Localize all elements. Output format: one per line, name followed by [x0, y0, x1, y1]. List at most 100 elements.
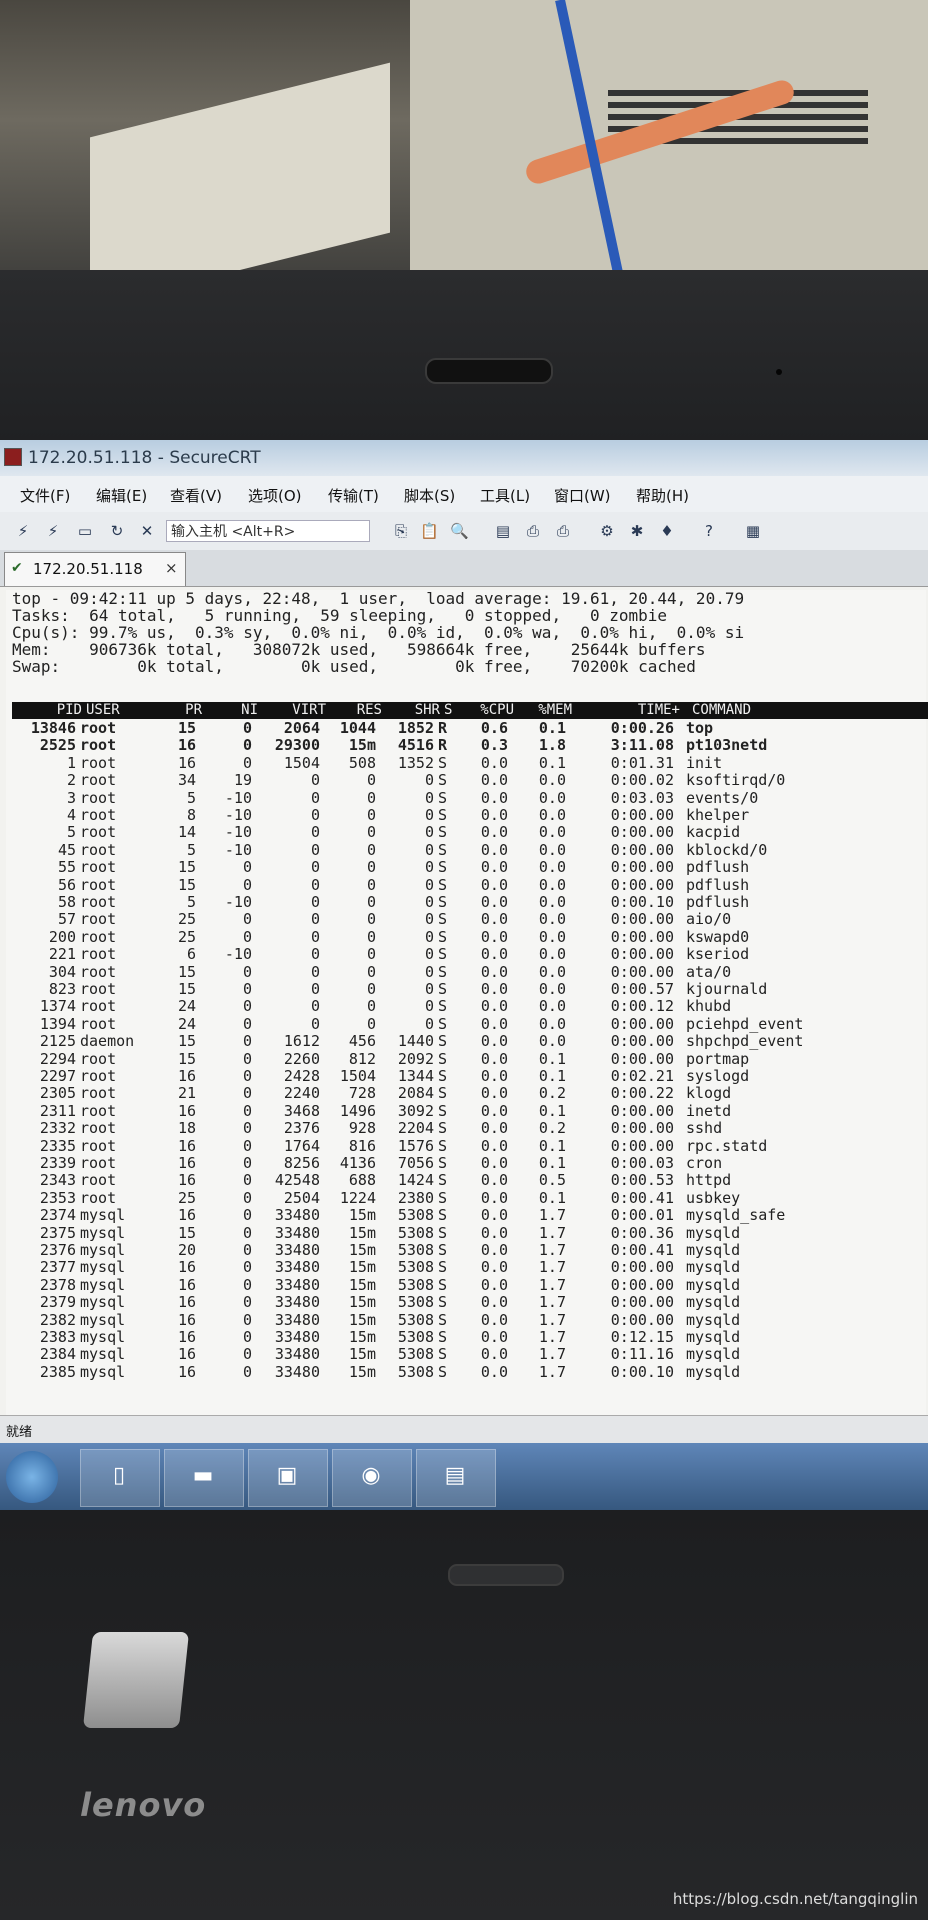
cell-shr: 4516: [397, 736, 434, 755]
globe-icon: ◉: [361, 1463, 381, 1488]
menu-tools[interactable]: 工具(L): [480, 485, 530, 506]
cell-shr: 1852: [397, 719, 434, 737]
print-screen-icon[interactable]: ⎙: [554, 522, 572, 540]
cell-res: 0: [366, 840, 376, 859]
process-row: 2294 root 15 0 2260 812 2092 S 0.0 0.1 0:00.00 port…: [6, 1049, 922, 1068]
taskbar-network[interactable]: ▣: [248, 1449, 328, 1507]
taskbar-explorer[interactable]: ▯: [80, 1449, 160, 1507]
connect-in-tab-icon[interactable]: ▭: [76, 522, 94, 540]
menu-edit[interactable]: 编辑(E): [96, 485, 147, 506]
cell-mem: 0.0: [538, 771, 566, 790]
cell-res: 0: [366, 945, 376, 964]
cell-virt: 2428: [283, 1067, 320, 1085]
cell-user: root: [80, 788, 117, 807]
connect-icon[interactable]: ⚡: [14, 522, 32, 540]
cell-shr: 5308: [397, 1258, 434, 1277]
host-input[interactable]: 输入主机 <Alt+R>: [166, 520, 370, 542]
start-button[interactable]: [6, 1451, 58, 1503]
menu-script[interactable]: 脚本(S): [404, 485, 455, 506]
cell-pid: 2377: [39, 1258, 76, 1277]
cell-virt: 0: [310, 1014, 320, 1033]
cell-time: 0:00.02: [610, 771, 674, 790]
global-options-icon[interactable]: ✱: [628, 522, 646, 540]
menu-file[interactable]: 文件(F): [20, 485, 70, 506]
col-pid: PID: [56, 702, 82, 718]
copy-icon[interactable]: ⎘: [392, 522, 410, 540]
taskbar-securecrt[interactable]: ▤: [416, 1449, 496, 1507]
print-icon[interactable]: ⎙: [524, 522, 542, 540]
cell-shr: 5308: [397, 1293, 434, 1312]
cell-mem: 1.7: [538, 1275, 566, 1294]
cell-user: mysql: [80, 1223, 126, 1242]
cell-shr: 0: [424, 927, 434, 946]
cell-ni: 0: [242, 1328, 252, 1346]
cell-command: httpd: [686, 1171, 732, 1190]
cell-command: kswapd0: [686, 927, 750, 946]
taskbar-cmd[interactable]: ▬: [164, 1449, 244, 1507]
cell-pid: 2343: [39, 1171, 76, 1190]
quick-connect-icon[interactable]: ⚡: [44, 522, 62, 540]
menu-options[interactable]: 选项(O): [248, 485, 302, 506]
cell-pr: 15: [177, 1049, 196, 1068]
help-icon[interactable]: ?: [700, 522, 718, 540]
session-options-icon[interactable]: ⚙: [598, 522, 616, 540]
cell-virt: 33480: [274, 1345, 320, 1364]
cell-res: 4136: [339, 1154, 376, 1172]
cell-virt: 3468: [283, 1101, 320, 1120]
cell-command: init: [686, 753, 723, 772]
cell-ni: 0: [242, 1310, 252, 1329]
cell-cpu: 0.0: [480, 1310, 508, 1329]
cell-virt: 8256: [283, 1154, 320, 1172]
cell-res: 0: [366, 875, 376, 894]
cell-virt: 33480: [274, 1362, 320, 1381]
process-row: 1374 root 24 0 0 0 0 S 0.0 0.0 0:00.12 khubd: [6, 998, 922, 1015]
cell-ni: 0: [242, 858, 252, 877]
print-setup-icon[interactable]: ▤: [494, 522, 512, 540]
cell-command: pt103netd: [686, 736, 768, 755]
cell-mem: 1.7: [538, 1310, 566, 1329]
cell-pr: 6: [186, 945, 196, 964]
cell-shr: 0: [424, 1014, 434, 1033]
cell-pid: 2125: [39, 1032, 76, 1051]
paste-icon[interactable]: 📋: [420, 522, 439, 540]
cell-user: mysql: [80, 1275, 126, 1294]
menu-transfer[interactable]: 传输(T): [328, 485, 379, 506]
disconnect-icon[interactable]: ✕: [138, 522, 156, 540]
cell-state: S: [438, 893, 448, 911]
session-tab[interactable]: ✔ 172.20.51.118 ×: [4, 552, 186, 586]
reconnect-icon[interactable]: ↻: [108, 522, 126, 540]
process-row: 13846 root 15 0 2064 1044 1852 R 0.6 0.1 0:00.26 to…: [6, 720, 922, 737]
cell-pr: 15: [177, 1032, 196, 1051]
close-tab-icon[interactable]: ×: [165, 559, 178, 577]
cell-cpu: 0.0: [480, 927, 508, 946]
cell-state: S: [438, 771, 448, 790]
window-layout-icon[interactable]: ▦: [744, 522, 762, 540]
menu-help[interactable]: 帮助(H): [636, 485, 689, 506]
menu-view[interactable]: 查看(V): [170, 485, 222, 506]
lenovo-logo: lenovo: [80, 1786, 207, 1824]
terminal-area[interactable]: top - 09:42:11 up 5 days, 22:48, 1 user,…: [6, 590, 928, 1420]
taskbar-browser[interactable]: ◉: [332, 1449, 412, 1507]
cell-user: root: [80, 736, 117, 755]
process-row: 2378 mysql 16 0 33480 15m 5308 S 0.0 1.7 0:00.00 my…: [6, 1275, 922, 1294]
process-row: 1 root 16 0 1504 508 1352 S 0.0 0.1 0:01.31 init: [6, 753, 922, 772]
find-icon[interactable]: 🔍: [450, 522, 469, 540]
cell-cpu: 0.0: [480, 1293, 508, 1312]
cell-user: root: [80, 1014, 117, 1033]
cell-time: 0:00.00: [610, 1310, 674, 1329]
cell-virt: 0: [310, 927, 320, 946]
menu-window[interactable]: 窗口(W): [554, 485, 611, 506]
cell-virt: 0: [310, 980, 320, 998]
toolbar: ⚡ ⚡ ▭ ↻ ✕ 输入主机 <Alt+R> ⎘ 📋 🔍 ▤ ⎙ ⎙ ⚙ ✱ ♦…: [0, 512, 928, 551]
cell-time: 0:02.21: [610, 1067, 674, 1085]
laptop-bezel-top: [0, 270, 928, 440]
cell-pid: 2353: [39, 1188, 76, 1207]
cell-time: 0:00.00: [610, 945, 674, 964]
keymap-icon[interactable]: ♦: [658, 522, 676, 540]
cell-user: mysql: [80, 1310, 126, 1329]
col-pr: PR: [185, 702, 202, 718]
cell-pr: 16: [177, 1136, 196, 1155]
cell-cpu: 0.0: [480, 997, 508, 1016]
cell-mem: 0.0: [538, 945, 566, 964]
cell-cpu: 0.0: [480, 1223, 508, 1242]
